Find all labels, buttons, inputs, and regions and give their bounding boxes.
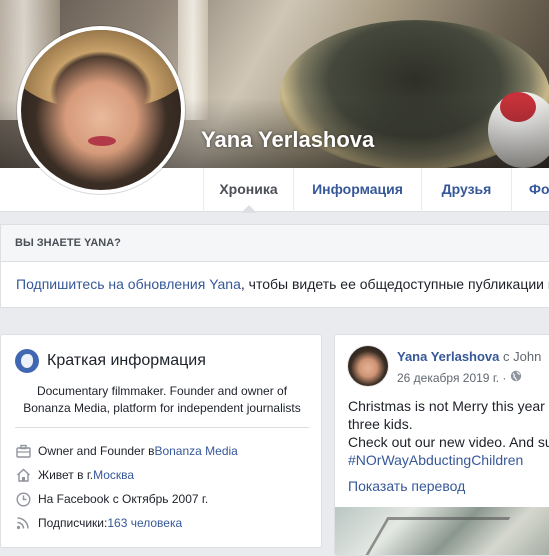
intro-followers-link[interactable]: 163 человека: [107, 516, 182, 530]
show-translation-link[interactable]: Показать перевод: [348, 478, 465, 494]
post-line: Check out our new video. And su: [348, 434, 549, 450]
post-author-avatar[interactable]: [348, 346, 388, 386]
tab-about[interactable]: Информация: [293, 168, 421, 212]
post-line: Christmas is not Merry this year: [348, 398, 545, 414]
intro-followers-prefix: Подписчики:: [38, 516, 108, 530]
globe-icon: [15, 349, 39, 373]
avatar-hair: [21, 30, 181, 110]
do-you-know-body: Подпишитесь на обновления Yana, чтобы ви…: [1, 262, 549, 306]
intro-followers-row: Подписчики: 163 человека: [15, 515, 182, 531]
intro-work-prefix: Owner and Founder в: [38, 444, 155, 458]
home-icon: [15, 467, 31, 483]
post-line: three kids.: [348, 416, 413, 432]
intro-lives-link[interactable]: Москва: [93, 468, 134, 482]
avatar-photo: [21, 30, 181, 190]
post-card: Yana Yerlashova с John 26 декабря 2019 г…: [334, 334, 549, 556]
intro-card: Краткая информация Documentary filmmaker…: [0, 334, 322, 548]
post-text: Christmas is not Merry this year three k…: [348, 397, 549, 469]
intro-divider: [15, 427, 309, 428]
intro-work-row: Owner and Founder в Bonanza Media: [15, 443, 238, 459]
clock-icon: [15, 491, 31, 507]
tab-photos[interactable]: Фо: [511, 168, 549, 212]
avatar-lips: [88, 136, 116, 146]
post-author-link[interactable]: Yana Yerlashova: [397, 349, 499, 364]
post-date[interactable]: 26 декабря 2019 г. ·: [397, 371, 506, 385]
intro-lives-prefix: Живет в г.: [38, 468, 94, 482]
post-with-text[interactable]: с John: [503, 349, 541, 364]
intro-work-link[interactable]: Bonanza Media: [154, 444, 237, 458]
public-globe-icon[interactable]: [510, 370, 522, 385]
post-meta: 26 декабря 2019 г. ·: [397, 370, 522, 385]
intro-joined-text: На Facebook с Октябрь 2007 г.: [38, 492, 209, 506]
briefcase-icon: [15, 443, 31, 459]
profile-name[interactable]: Yana Yerlashova: [201, 127, 374, 153]
post-hashtag-link[interactable]: #NOrWayAbductingChildren: [348, 451, 549, 469]
intro-bio: Documentary filmmaker. Founder and owner…: [23, 384, 301, 415]
do-you-know-text: , чтобы видеть ее общедоступные публикац…: [240, 276, 549, 292]
intro-joined-row: На Facebook с Октябрь 2007 г.: [15, 491, 208, 507]
do-you-know-card: ВЫ ЗНАЕТЕ YANA? Подпишитесь на обновлени…: [0, 224, 549, 308]
tab-timeline[interactable]: Хроника: [203, 168, 293, 213]
post-header: Yana Yerlashova с John: [397, 349, 541, 364]
rss-icon: [15, 515, 31, 531]
intro-title: Краткая информация: [15, 349, 206, 373]
post-image[interactable]: [335, 507, 549, 555]
tab-friends[interactable]: Друзья: [421, 168, 511, 212]
profile-avatar[interactable]: [17, 26, 185, 194]
do-you-know-heading: ВЫ ЗНАЕТЕ YANA?: [1, 225, 549, 262]
intro-lives-row: Живет в г. Москва: [15, 467, 134, 483]
intro-title-text: Краткая информация: [47, 352, 206, 369]
follow-link[interactable]: Подпишитесь на обновления Yana: [16, 276, 241, 292]
